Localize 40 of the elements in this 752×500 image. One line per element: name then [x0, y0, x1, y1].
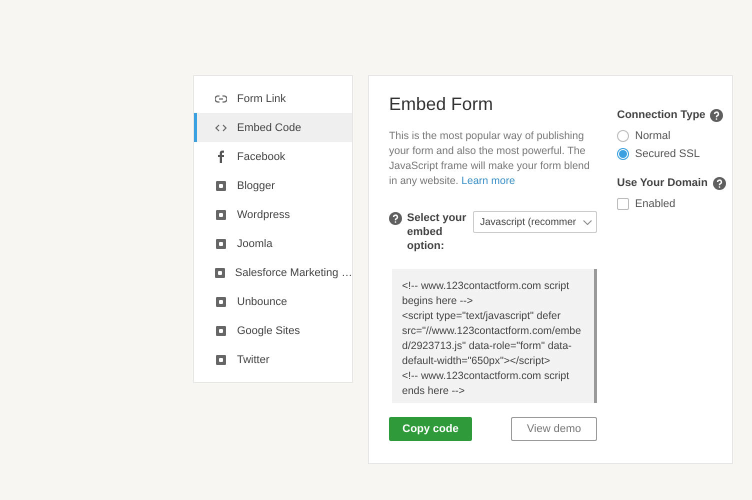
sidebar-item[interactable]: Wordpress	[194, 200, 352, 229]
badge-icon	[216, 326, 226, 336]
view-demo-button[interactable]: View demo	[511, 417, 597, 441]
copy-code-button[interactable]: Copy code	[389, 417, 472, 441]
chevron-icon	[583, 220, 592, 224]
domain-title: Use Your Domain	[617, 177, 708, 189]
sidebar-item[interactable]: Embed Code	[194, 113, 352, 142]
sidebar-item[interactable]: Google Sites	[194, 316, 352, 345]
badge-icon	[215, 268, 225, 278]
badge-icon	[216, 296, 226, 306]
sidebar-item[interactable]: Unbounce	[194, 287, 352, 316]
help-icon[interactable]	[710, 109, 724, 122]
checkbox[interactable]	[617, 198, 629, 210]
sidebar-item[interactable]: Twitter	[194, 345, 352, 374]
sidebar-item[interactable]: Salesforce Marketing …	[194, 258, 352, 287]
badge-icon	[216, 238, 226, 248]
sidebar-item[interactable]: Facebook	[194, 142, 352, 171]
help-icon[interactable]	[712, 177, 726, 190]
connection-type-title: Connection Type	[617, 109, 706, 121]
link-icon	[215, 94, 227, 102]
sidebar-item[interactable]: Form Link	[194, 84, 352, 113]
radio-button[interactable]	[617, 148, 629, 160]
radio-label[interactable]: Normal	[635, 130, 670, 142]
radio-button[interactable]	[617, 130, 629, 142]
badge-icon	[216, 210, 226, 220]
help-icon[interactable]	[389, 212, 402, 225]
code-box[interactable]: <!-- www.123contactform.com script begins here --> <script type="text/javascript" defer src="//www.123contactform.com/embed/2923713.js" data-role="form" data-default-width="650px"></script> <!-- www.123contactform.com script ends here -->	[392, 269, 597, 403]
checkbox-label[interactable]: Enabled	[635, 198, 676, 210]
learn-more-link[interactable]: Learn more	[461, 175, 516, 187]
panel-title: Embed Form	[389, 94, 494, 115]
embed-option-label: Select your embed option:	[407, 211, 468, 253]
badge-icon	[216, 180, 226, 190]
radio-label[interactable]: Secured SSL	[635, 148, 700, 160]
badge-icon	[216, 354, 226, 364]
sidebar-item[interactable]: Joomla	[194, 229, 352, 258]
sidebar-item[interactable]: Blogger	[194, 171, 352, 200]
code-icon	[215, 124, 227, 132]
embed-option-select[interactable]: Javascript (recommer	[473, 211, 597, 233]
description: This is the most popular way of publishing your form and also the most powerful. The JavaScript frame will make your form blend in any website. Learn more	[389, 129, 591, 189]
facebook-icon	[217, 150, 225, 163]
